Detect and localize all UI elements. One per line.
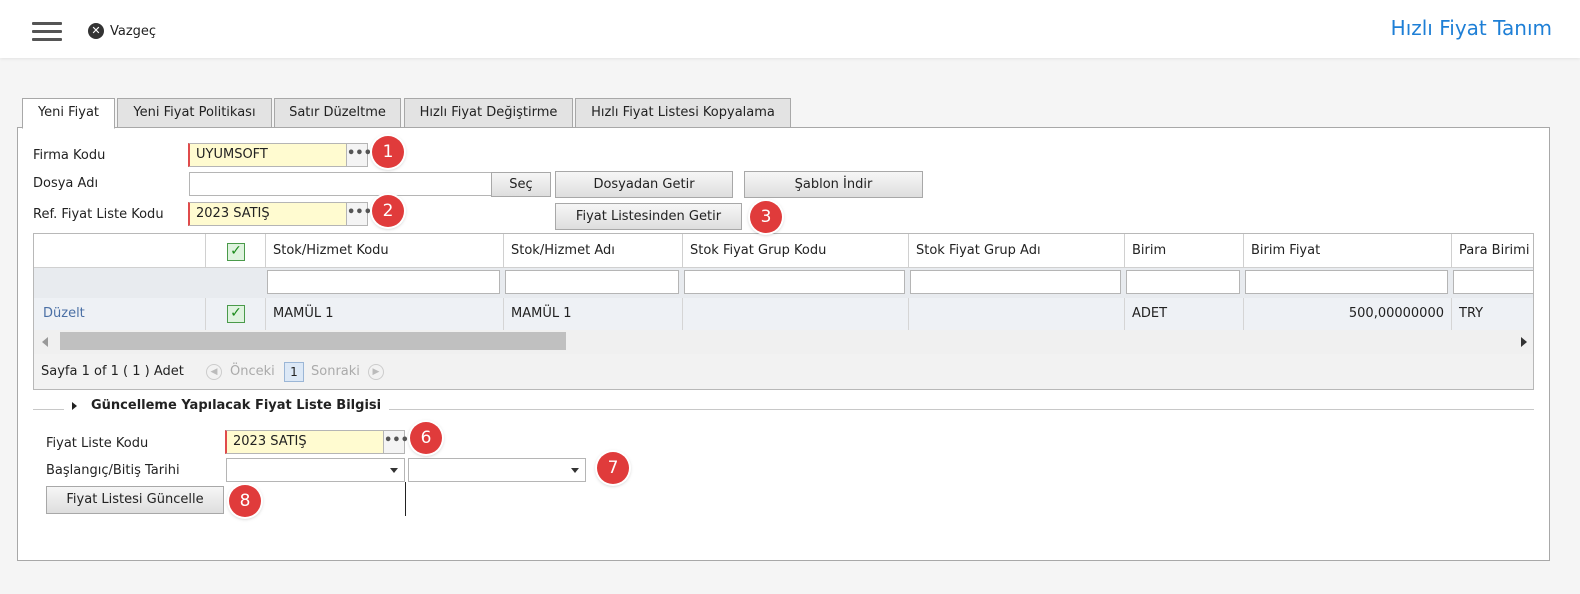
- row-edit-link[interactable]: Düzelt: [34, 298, 206, 330]
- row-select-cell[interactable]: ✓: [206, 298, 266, 330]
- scroll-left-icon[interactable]: [42, 337, 48, 347]
- grid-header-birim[interactable]: Birim: [1125, 234, 1244, 268]
- scroll-right-icon[interactable]: [1521, 337, 1527, 347]
- tab-hizli-fiyat-degistirme[interactable]: Hızlı Fiyat Değiştirme: [404, 98, 573, 128]
- baslangic-tarihi-select[interactable]: [226, 458, 405, 482]
- top-bar: [0, 0, 1580, 58]
- scrollbar-thumb[interactable]: [60, 332, 566, 350]
- grid-header-action: [34, 234, 206, 268]
- badge-7: 7: [597, 452, 629, 484]
- row-checkbox-icon[interactable]: ✓: [227, 305, 245, 323]
- update-section-title: Güncelleme Yapılacak Fiyat Liste Bilgisi: [91, 398, 382, 413]
- cell-grup-kodu: [683, 298, 909, 330]
- cell-stok-adi: MAMÜL 1: [504, 298, 683, 330]
- sec-button[interactable]: Seç: [491, 172, 551, 197]
- chevron-down-icon[interactable]: [571, 468, 579, 473]
- cell-birim-fiyat: 500,00000000: [1244, 298, 1452, 330]
- close-icon: ✕: [88, 23, 104, 39]
- price-grid: ✓ Stok/Hizmet Kodu Stok/Hizmet Adı Stok …: [33, 233, 1534, 390]
- fiyat-listesi-guncelle-button[interactable]: Fiyat Listesi Güncelle: [46, 486, 224, 514]
- fiyat-listesinden-getir-button[interactable]: Fiyat Listesinden Getir: [555, 203, 742, 230]
- expand-arrow-icon[interactable]: [72, 401, 77, 410]
- update-section-header[interactable]: Güncelleme Yapılacak Fiyat Liste Bilgisi: [64, 398, 390, 413]
- grid-header-para-birimi[interactable]: Para Birimi: [1452, 234, 1533, 268]
- cell-para-birimi: TRY: [1459, 306, 1484, 321]
- tab-yeni-fiyat[interactable]: Yeni Fiyat: [22, 98, 115, 129]
- next-page-button[interactable]: Sonraki: [311, 364, 360, 379]
- tarih-label: Başlangıç/Bitiş Tarihi: [46, 463, 180, 478]
- fiyat-liste-kodu-input[interactable]: 2023 SATIŞ: [225, 430, 384, 454]
- pager-info: Sayfa 1 of 1 ( 1 ) Adet: [41, 364, 184, 379]
- prev-page-button[interactable]: Önceki: [230, 364, 275, 379]
- grid-header-birim-fiyat[interactable]: Birim Fiyat: [1244, 234, 1452, 268]
- ref-fiyat-liste-kodu-label: Ref. Fiyat Liste Kodu: [33, 207, 164, 222]
- fiyat-liste-kodu-label: Fiyat Liste Kodu: [46, 436, 149, 451]
- filter-stok-adi-input[interactable]: [505, 270, 679, 294]
- firma-kodu-input[interactable]: UYUMSOFT: [188, 143, 347, 167]
- tab-satir-duzeltme[interactable]: Satır Düzeltme: [274, 98, 401, 128]
- chevron-down-icon[interactable]: [390, 468, 398, 473]
- grid-header-grup-kodu[interactable]: Stok Fiyat Grup Kodu: [683, 234, 909, 268]
- dosya-adi-label: Dosya Adı: [33, 176, 99, 191]
- cancel-label: Vazgeç: [110, 23, 157, 39]
- filter-grup-adi-input[interactable]: [910, 270, 1121, 294]
- fiyat-liste-kodu-lookup-button[interactable]: •••: [383, 430, 409, 454]
- table-row: Düzelt ✓ MAMÜL 1 MAMÜL 1 ADET 500,000000…: [34, 298, 1533, 331]
- dosyadan-getir-button[interactable]: Dosyadan Getir: [555, 171, 733, 198]
- badge-2: 2: [372, 195, 404, 227]
- badge-1: 1: [372, 136, 404, 168]
- filter-birim-fiyat-input[interactable]: [1245, 270, 1448, 294]
- bitis-tarihi-select[interactable]: [408, 458, 586, 482]
- cell-birim: ADET: [1125, 298, 1244, 330]
- badge-6: 6: [410, 422, 442, 454]
- horizontal-scrollbar[interactable]: [34, 330, 1533, 354]
- cell-stok-kodu: MAMÜL 1: [266, 298, 504, 330]
- firma-kodu-lookup-button[interactable]: •••: [346, 143, 372, 167]
- badge-8: 8: [229, 485, 261, 517]
- cursor-line: [405, 482, 406, 516]
- sablon-indir-button[interactable]: Şablon İndir: [744, 171, 923, 198]
- prev-page-icon[interactable]: ◀: [206, 364, 222, 380]
- page-number-button[interactable]: 1: [284, 362, 304, 382]
- grid-filter-row: [34, 268, 1533, 299]
- tab-hizli-fiyat-listesi-kopyalama[interactable]: Hızlı Fiyat Listesi Kopyalama: [575, 98, 791, 128]
- cell-grup-adi: [909, 298, 1125, 330]
- filter-stok-kodu-input[interactable]: [267, 270, 500, 294]
- next-page-icon[interactable]: ▶: [368, 364, 384, 380]
- grid-header-grup-adi[interactable]: Stok Fiyat Grup Adı: [909, 234, 1125, 268]
- grid-header-stok-kodu[interactable]: Stok/Hizmet Kodu: [266, 234, 504, 268]
- cancel-button[interactable]: ✕ Vazgeç: [88, 21, 156, 41]
- ref-fiyat-lookup-button[interactable]: •••: [346, 202, 372, 226]
- grid-header-select[interactable]: ✓: [206, 234, 266, 268]
- grid-pager: Sayfa 1 of 1 ( 1 ) Adet ◀ Önceki 1 Sonra…: [34, 354, 1533, 389]
- page-title: Hızlı Fiyat Tanım: [1390, 16, 1552, 40]
- ref-fiyat-liste-kodu-input[interactable]: 2023 SATIŞ: [188, 202, 347, 226]
- firma-kodu-label: Firma Kodu: [33, 148, 106, 163]
- filter-para-birimi-input[interactable]: [1453, 270, 1533, 294]
- filter-birim-input[interactable]: [1126, 270, 1240, 294]
- grid-header-stok-adi[interactable]: Stok/Hizmet Adı: [504, 234, 683, 268]
- hamburger-menu-icon[interactable]: [32, 22, 62, 42]
- badge-3: 3: [750, 201, 782, 233]
- filter-grup-kodu-input[interactable]: [684, 270, 905, 294]
- dosya-adi-input[interactable]: [189, 172, 492, 196]
- tab-yeni-fiyat-politikasi[interactable]: Yeni Fiyat Politikası: [117, 98, 272, 128]
- select-all-checkbox-icon[interactable]: ✓: [227, 243, 245, 261]
